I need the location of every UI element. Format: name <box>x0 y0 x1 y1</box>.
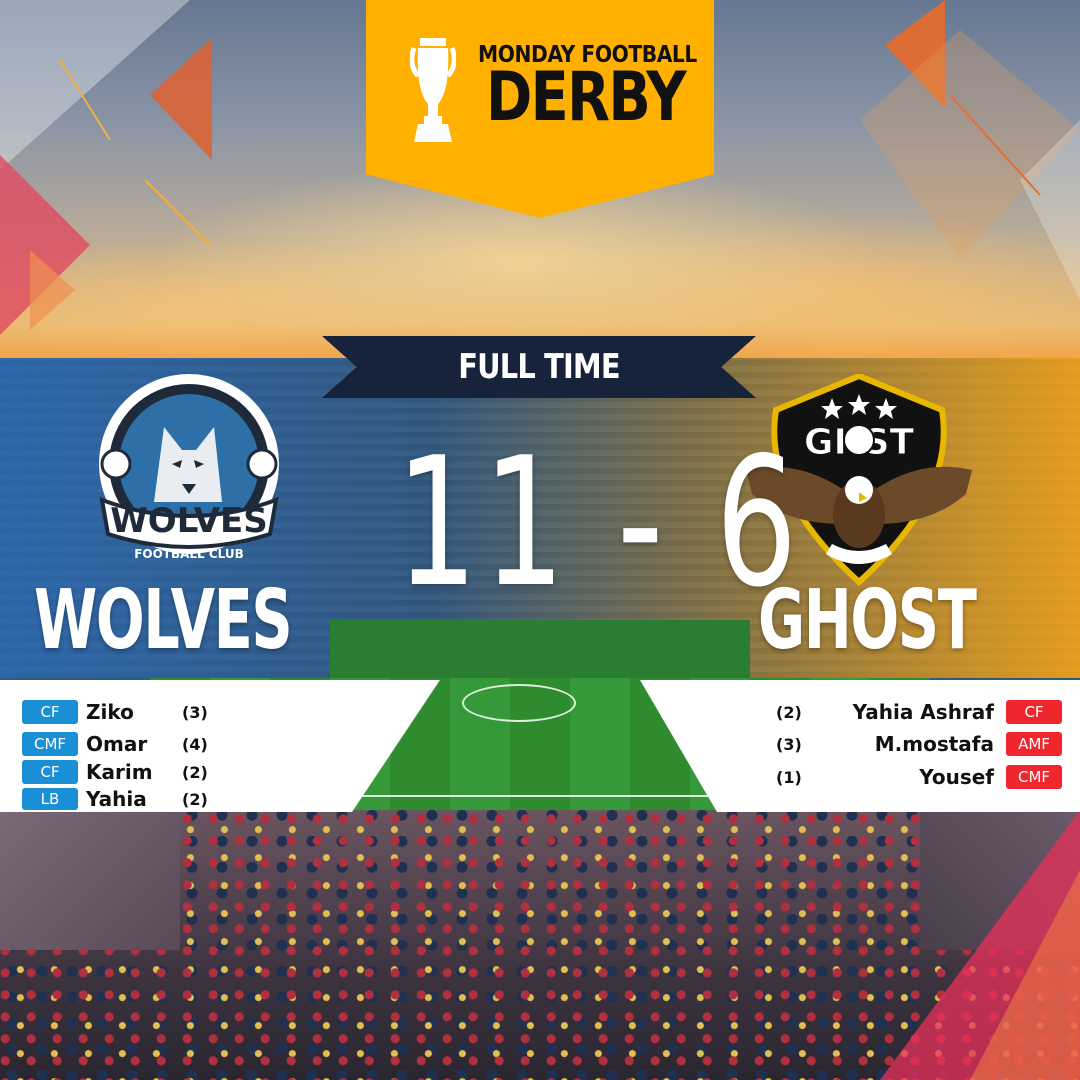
center-circle-line <box>462 684 576 722</box>
wolf-crest-icon: WOLVES FOOTBALL CLUB <box>99 374 279 561</box>
scorer-goals: (2) <box>182 762 208 782</box>
score-display: 11 - 6 <box>396 419 803 626</box>
scorer-goals: (4) <box>182 734 208 754</box>
trophy-icon <box>410 38 456 142</box>
wolves-logo-text: WOLVES <box>110 501 267 541</box>
wolves-logo-subtext: FOOTBALL CLUB <box>134 547 244 561</box>
scorer-name: Ziko <box>86 700 134 724</box>
position-badge: CF <box>22 700 78 724</box>
position-badge: CF <box>22 760 78 784</box>
decor-shapes-right <box>860 0 1080 300</box>
full-time-label: FULL TIME <box>458 347 620 387</box>
scorer-goals: (3) <box>182 702 208 722</box>
home-scorer-row: LB Yahia (2) <box>22 787 208 811</box>
away-team-name: GHOST <box>758 573 977 668</box>
scorer-goals: (3) <box>776 734 802 754</box>
decor-shape-bottom-right <box>880 810 1080 1080</box>
decor-shapes-left <box>0 0 212 335</box>
position-badge: CMF <box>1006 765 1062 789</box>
away-scorer-row: (1) Yousef CMF <box>776 765 1062 789</box>
ghost-logo-ball-icon <box>843 424 875 456</box>
position-badge: CF <box>1006 700 1062 724</box>
scorer-name: Karim <box>86 760 153 784</box>
pitch-far <box>330 620 750 680</box>
home-team-name: WOLVES <box>34 573 293 668</box>
position-badge: LB <box>22 788 78 810</box>
home-scorer-row: CMF Omar (4) <box>22 732 208 756</box>
match-result-poster: MONDAY FOOTBALL DERBY FULL TIME WOLVES F… <box>0 0 1080 1080</box>
away-scorer-row: (2) Yahia Ashraf CF <box>776 700 1062 724</box>
home-scorer-row: CF Ziko (3) <box>22 700 208 724</box>
scorer-goals: (2) <box>182 789 208 809</box>
home-scorer-row: CF Karim (2) <box>22 760 208 784</box>
scorer-goals: (1) <box>776 767 802 787</box>
header-title: DERBY <box>486 58 687 137</box>
scorer-name: Yousef <box>919 765 994 789</box>
scorer-goals: (2) <box>776 702 802 722</box>
scorer-name: Yahia Ashraf <box>852 700 994 724</box>
scorer-name: M.mostafa <box>874 732 994 756</box>
scorer-name: Omar <box>86 732 148 756</box>
crowd-left-stand <box>0 810 180 950</box>
position-badge: AMF <box>1006 732 1062 756</box>
away-scorer-row: (3) M.mostafa AMF <box>776 732 1062 756</box>
position-badge: CMF <box>22 732 78 756</box>
scorer-name: Yahia <box>86 787 147 811</box>
